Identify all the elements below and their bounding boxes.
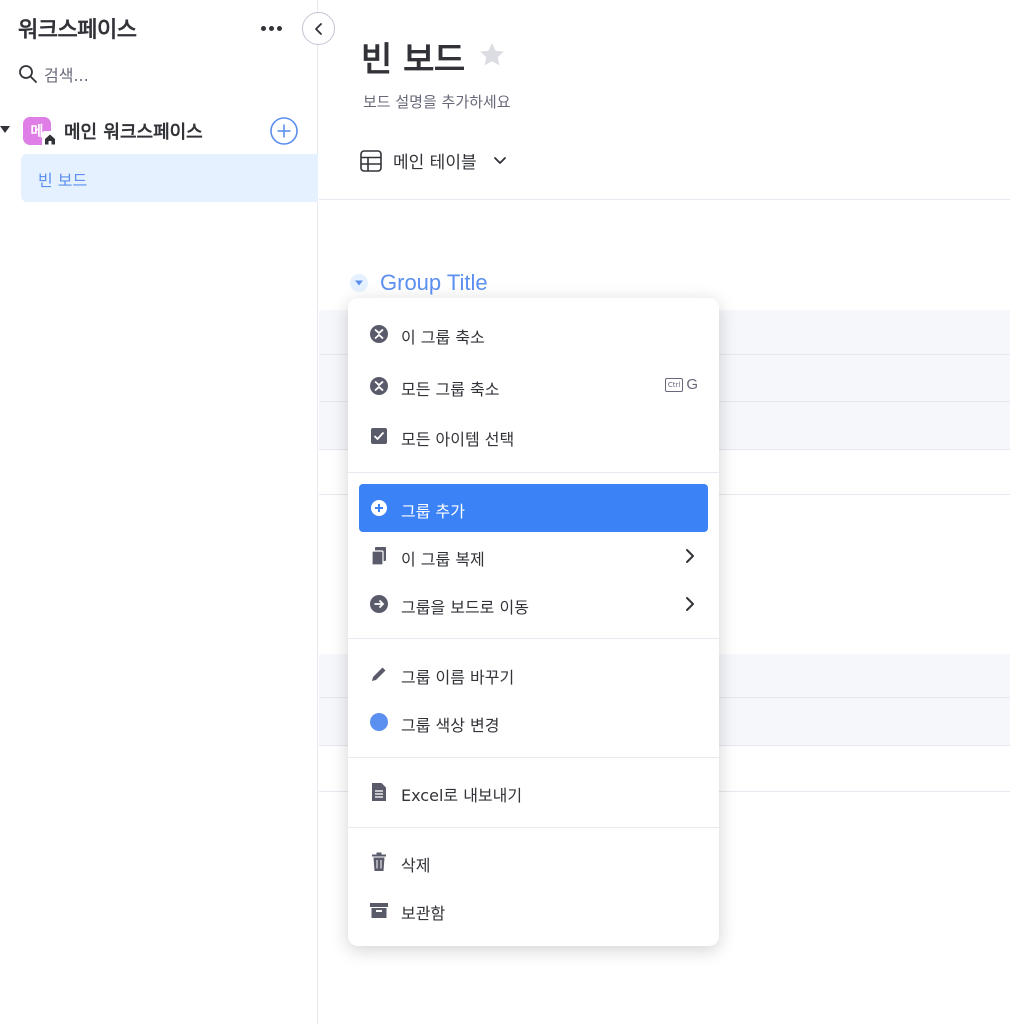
keyboard-shortcut: Ctrl G	[664, 376, 698, 393]
menu-divider	[348, 827, 719, 828]
group-caret-icon[interactable]	[350, 274, 368, 292]
duplicate-icon	[369, 546, 389, 566]
sidebar: 워크스페이스 검색... 메 메인 워크스페이스 빈 보드	[0, 0, 318, 1024]
menu-item-change-color[interactable]: 그룹 색상 변경	[359, 698, 708, 746]
collapse-icon	[369, 324, 389, 344]
group-header[interactable]: Group Title	[350, 270, 488, 296]
shortcut-key: Ctrl	[664, 377, 684, 392]
menu-item-label: 삭제	[401, 856, 431, 875]
menu-item-add-group[interactable]: 그룹 추가	[359, 484, 708, 532]
menu-divider	[348, 757, 719, 758]
menu-divider	[348, 638, 719, 639]
menu-item-delete[interactable]: 삭제	[359, 838, 708, 886]
sidebar-item-board[interactable]: 빈 보드	[21, 154, 318, 202]
search-input[interactable]: 검색...	[18, 62, 89, 86]
checkbox-icon	[369, 426, 389, 446]
chevron-right-icon	[686, 549, 694, 563]
shortcut-letter: G	[686, 376, 698, 393]
menu-item-label: 모든 그룹 축소	[401, 380, 500, 399]
view-tab-main-table[interactable]: 메인 테이블	[359, 148, 507, 173]
menu-item-select-all[interactable]: 모든 아이템 선택	[359, 412, 708, 460]
menu-item-rename-group[interactable]: 그룹 이름 바꾸기	[359, 650, 708, 698]
menu-item-archive[interactable]: 보관함	[359, 886, 708, 934]
group-title[interactable]: Group Title	[380, 270, 488, 296]
collapse-all-icon	[369, 376, 389, 396]
archive-icon	[369, 900, 389, 920]
menu-item-label: 모든 아이템 선택	[401, 430, 515, 449]
workspace-name: 메인 워크스페이스	[64, 122, 203, 143]
menu-item-label: 보관함	[401, 904, 446, 923]
trash-icon	[369, 852, 389, 872]
star-icon[interactable]	[477, 40, 507, 70]
caret-down-icon[interactable]	[0, 126, 10, 133]
collapse-sidebar-button[interactable]	[302, 12, 335, 45]
pencil-icon	[369, 664, 389, 684]
menu-divider	[348, 472, 719, 473]
menu-item-collapse-group[interactable]: 이 그룹 축소	[359, 310, 708, 358]
workspace-row[interactable]: 메 메인 워크스페이스	[0, 114, 318, 148]
menu-item-label: Excel로 내보내기	[401, 786, 523, 805]
color-dot-icon	[369, 712, 389, 732]
menu-item-export-excel[interactable]: Excel로 내보내기	[359, 768, 708, 816]
menu-item-label: 그룹을 보드로 이동	[401, 598, 529, 617]
menu-item-duplicate-group[interactable]: 이 그룹 복제	[359, 532, 708, 580]
home-icon	[42, 131, 58, 147]
search-placeholder: 검색...	[44, 66, 89, 85]
sidebar-item-label: 빈 보드	[38, 171, 88, 190]
board-title[interactable]: 빈 보드	[361, 32, 465, 81]
view-label: 메인 테이블	[393, 153, 477, 173]
chevron-right-icon	[686, 597, 694, 611]
menu-item-collapse-all[interactable]: 모든 그룹 축소 Ctrl G	[359, 362, 708, 410]
chevron-down-icon[interactable]	[493, 156, 507, 166]
more-options-icon[interactable]	[256, 14, 286, 42]
menu-item-move-to-board[interactable]: 그룹을 보드로 이동	[359, 580, 708, 628]
chevron-left-icon	[314, 22, 322, 35]
add-board-icon[interactable]	[269, 116, 299, 146]
board-description[interactable]: 보드 설명을 추가하세요	[363, 91, 511, 112]
search-icon	[19, 65, 37, 83]
arrow-right-circle-icon	[369, 594, 389, 614]
add-circle-icon	[369, 498, 389, 518]
menu-item-label: 그룹 추가	[401, 502, 465, 521]
workspace-title: 워크스페이스	[18, 18, 137, 43]
menu-item-label: 이 그룹 축소	[401, 328, 485, 347]
menu-item-label: 그룹 이름 바꾸기	[401, 668, 515, 687]
document-icon	[369, 782, 389, 802]
header-divider	[319, 199, 1010, 200]
group-context-menu: 이 그룹 축소 모든 그룹 축소 Ctrl G 모든 아이템 선택 그룹 추가 …	[348, 298, 719, 946]
menu-item-label: 이 그룹 복제	[401, 550, 485, 569]
menu-item-label: 그룹 색상 변경	[401, 716, 500, 735]
table-icon	[360, 149, 382, 172]
